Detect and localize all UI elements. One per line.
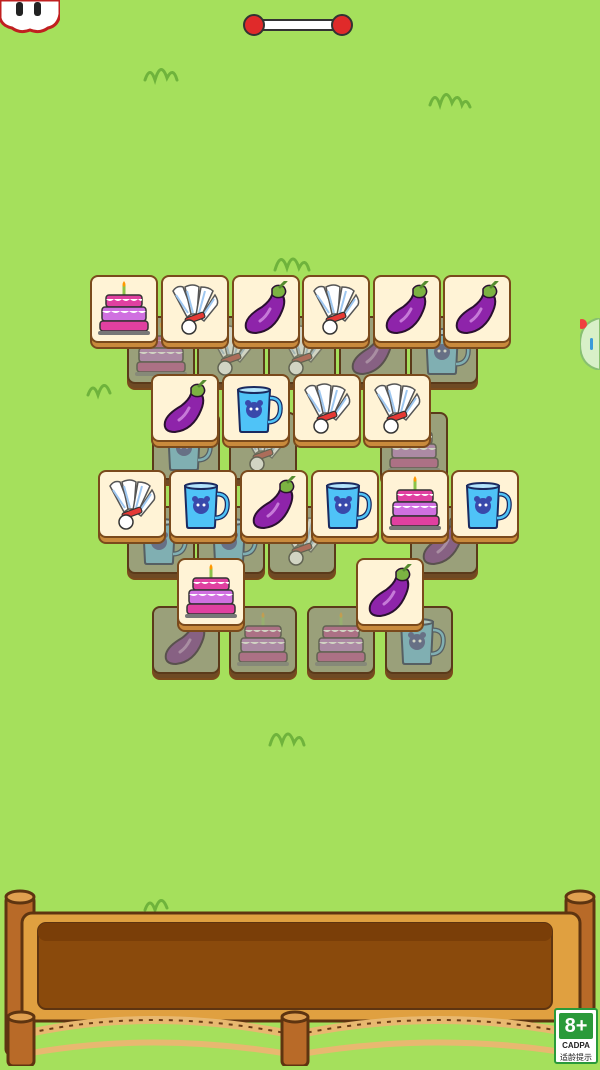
tile-mug[interactable] (169, 470, 237, 544)
tile-mug[interactable] (222, 374, 290, 448)
tile-shuttlecock[interactable] (161, 275, 229, 349)
tile-eggplant[interactable] (443, 275, 511, 349)
tile-eggplant[interactable] (356, 558, 424, 632)
age-rating-note: 适龄提示 (560, 1053, 592, 1062)
tile-mug[interactable] (311, 470, 379, 544)
tile-shuttlecock[interactable] (98, 470, 166, 544)
age-rating-label: 8+ (559, 1013, 593, 1039)
age-rating-org: CADPA (562, 1041, 590, 1050)
tile-shuttlecock[interactable] (293, 374, 361, 448)
tile-cake[interactable] (177, 558, 245, 632)
tile-eggplant[interactable] (151, 374, 219, 448)
tile-tray (0, 885, 600, 1068)
tile-shuttlecock[interactable] (302, 275, 370, 349)
tile-shuttlecock[interactable] (363, 374, 431, 448)
tile-cake[interactable] (90, 275, 158, 349)
tile-eggplant[interactable] (232, 275, 300, 349)
tile-eggplant[interactable] (240, 470, 308, 544)
tile-cake[interactable] (381, 470, 449, 544)
tile-mug[interactable] (451, 470, 519, 544)
tile-eggplant[interactable] (373, 275, 441, 349)
age-rating-badge: 8+ CADPA 适龄提示 (554, 1008, 598, 1064)
